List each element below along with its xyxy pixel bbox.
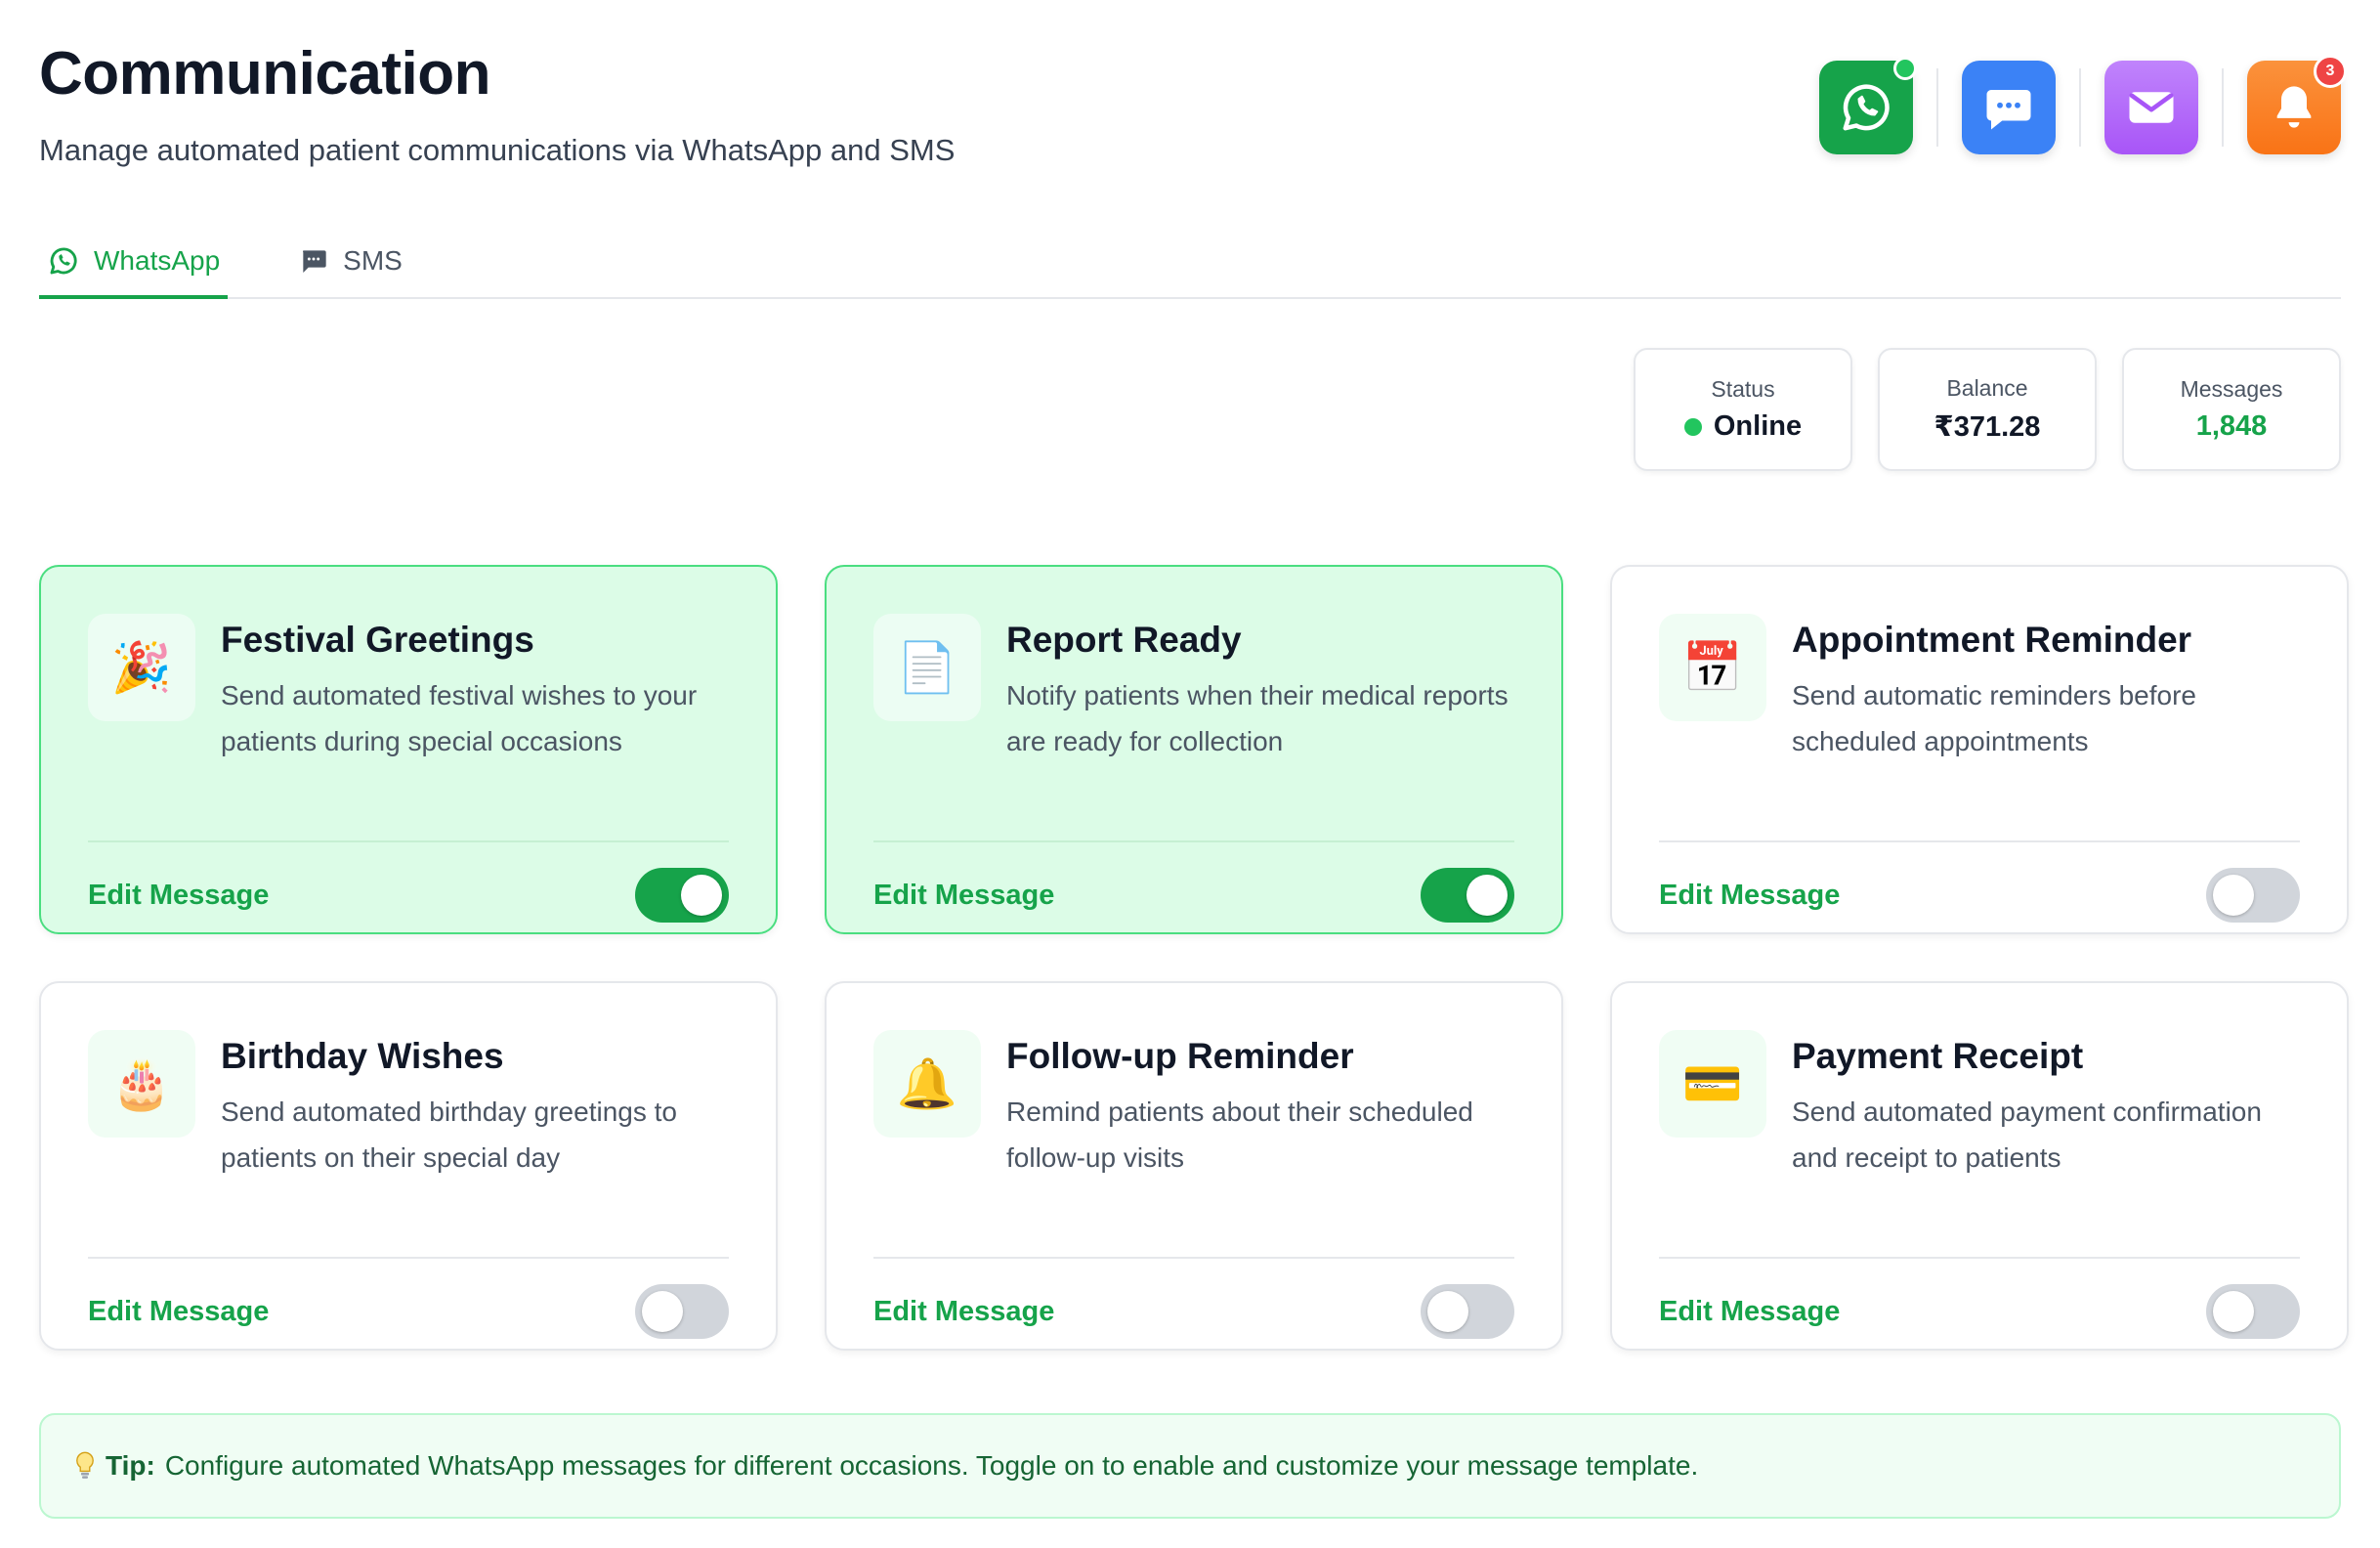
status-dot-icon: [1683, 417, 1702, 436]
balance-value: ₹371.28: [1934, 411, 2041, 443]
enable-toggle[interactable]: [1421, 868, 1514, 923]
toggle-knob: [2213, 1291, 2254, 1332]
automation-card-festival-greetings: 🎉 Festival Greetings Send automated fest…: [39, 565, 778, 934]
page-subtitle: Manage automated patient communications …: [39, 133, 956, 167]
edit-message-link[interactable]: Edit Message: [88, 880, 269, 912]
card-description: Remind patients about their scheduled fo…: [1006, 1096, 1473, 1173]
party-popper-icon: 🎉: [88, 614, 195, 721]
document-icon: 📄: [873, 614, 981, 721]
edit-message-link[interactable]: Edit Message: [873, 880, 1054, 912]
tab-whatsapp[interactable]: WhatsApp: [39, 227, 229, 299]
stat-label: Status: [1711, 376, 1775, 402]
channel-icons: 3: [1819, 55, 2347, 154]
card-description: Send automated birthday greetings to pat…: [221, 1096, 677, 1173]
channel-divider: [1936, 68, 1938, 147]
messages-stat: Messages 1,848: [2122, 348, 2341, 471]
enable-toggle[interactable]: [2206, 868, 2300, 923]
lightbulb-icon: [76, 1451, 94, 1479]
status-value: Online: [1713, 410, 1803, 442]
automation-card-payment-receipt: 💳 Payment Receipt Send automated payment…: [1610, 981, 2349, 1351]
card-title: Birthday Wishes: [221, 1036, 504, 1076]
edit-message-link[interactable]: Edit Message: [873, 1296, 1054, 1328]
mail-icon: [2129, 92, 2174, 123]
card-description: Send automated festival wishes to your p…: [221, 680, 698, 756]
card-title: Report Ready: [1006, 620, 1242, 660]
chat-bubble-icon: [1986, 90, 2031, 130]
notification-badge: 3: [2314, 55, 2347, 88]
whatsapp-icon: [1843, 84, 1890, 131]
message-square-icon: [303, 250, 326, 273]
page-header: Communication Manage automated patient c…: [39, 0, 2347, 225]
notifications-button[interactable]: 3: [2247, 55, 2347, 154]
edit-message-link[interactable]: Edit Message: [1659, 1296, 1840, 1328]
credit-card-icon: 💳: [1659, 1030, 1766, 1138]
messages-value: 1,848: [2195, 410, 2268, 442]
whatsapp-channel-button[interactable]: [1819, 57, 1917, 154]
tip-banner: Tip: Configure automated WhatsApp messag…: [39, 1413, 2341, 1519]
tip-text: Configure automated WhatsApp messages fo…: [164, 1450, 1699, 1481]
toggle-knob: [681, 875, 722, 916]
channel-tabs: WhatsApp SMS: [39, 225, 2341, 299]
online-indicator: [1893, 57, 1917, 80]
stat-label: Balance: [1946, 375, 2028, 401]
enable-toggle[interactable]: [635, 1284, 729, 1339]
edit-message-link[interactable]: Edit Message: [1659, 880, 1840, 912]
whatsapp-icon: [50, 247, 77, 275]
automation-card-report-ready: 📄 Report Ready Notify patients when thei…: [825, 565, 1563, 934]
card-title: Payment Receipt: [1792, 1036, 2084, 1076]
edit-message-link[interactable]: Edit Message: [88, 1296, 269, 1328]
status-stat: Status Online: [1634, 348, 1852, 471]
card-title: Festival Greetings: [221, 620, 534, 660]
toggle-knob: [1427, 1291, 1468, 1332]
enable-toggle[interactable]: [1421, 1284, 1514, 1339]
page-title: Communication: [39, 40, 490, 108]
toggle-knob: [1466, 875, 1508, 916]
channel-divider: [2079, 68, 2081, 147]
automation-card-birthday-wishes: 🎂 Birthday Wishes Send automated birthda…: [39, 981, 778, 1351]
email-channel-button[interactable]: [2104, 61, 2198, 154]
balance-stat: Balance ₹371.28: [1878, 348, 2097, 471]
card-description: Send automated payment confirmation and …: [1792, 1096, 2262, 1173]
card-description: Notify patients when their medical repor…: [1006, 680, 1509, 756]
bell-icon: 🔔: [873, 1030, 981, 1138]
enable-toggle[interactable]: [2206, 1284, 2300, 1339]
automation-card-follow-up-reminder: 🔔 Follow-up Reminder Remind patients abo…: [825, 981, 1563, 1351]
card-description: Send automatic reminders before schedule…: [1792, 680, 2196, 756]
calendar-icon: 📅: [1659, 614, 1766, 721]
tab-label: WhatsApp: [94, 245, 221, 276]
stats-row: Status Online Balance ₹371.28 Messages 1…: [39, 348, 2341, 471]
communication-page: Communication Manage automated patient c…: [0, 0, 2380, 1548]
card-title: Appointment Reminder: [1792, 620, 2192, 660]
tab-sms[interactable]: SMS: [290, 225, 410, 297]
toggle-knob: [642, 1291, 683, 1332]
bell-icon: [2276, 86, 2312, 128]
chat-channel-button[interactable]: [1962, 61, 2056, 154]
stat-value: Online: [1683, 410, 1803, 443]
channel-divider: [2222, 68, 2224, 147]
birthday-cake-icon: 🎂: [88, 1030, 195, 1138]
toggle-knob: [2213, 875, 2254, 916]
stat-label: Messages: [2180, 376, 2283, 402]
tip-label: Tip:: [106, 1450, 155, 1481]
automation-card-appointment-reminder: 📅 Appointment Reminder Send automatic re…: [1610, 565, 2349, 934]
automation-cards: 🎉 Festival Greetings Send automated fest…: [39, 565, 2349, 1351]
card-title: Follow-up Reminder: [1006, 1036, 1354, 1076]
enable-toggle[interactable]: [635, 868, 729, 923]
tab-label: SMS: [343, 245, 403, 276]
